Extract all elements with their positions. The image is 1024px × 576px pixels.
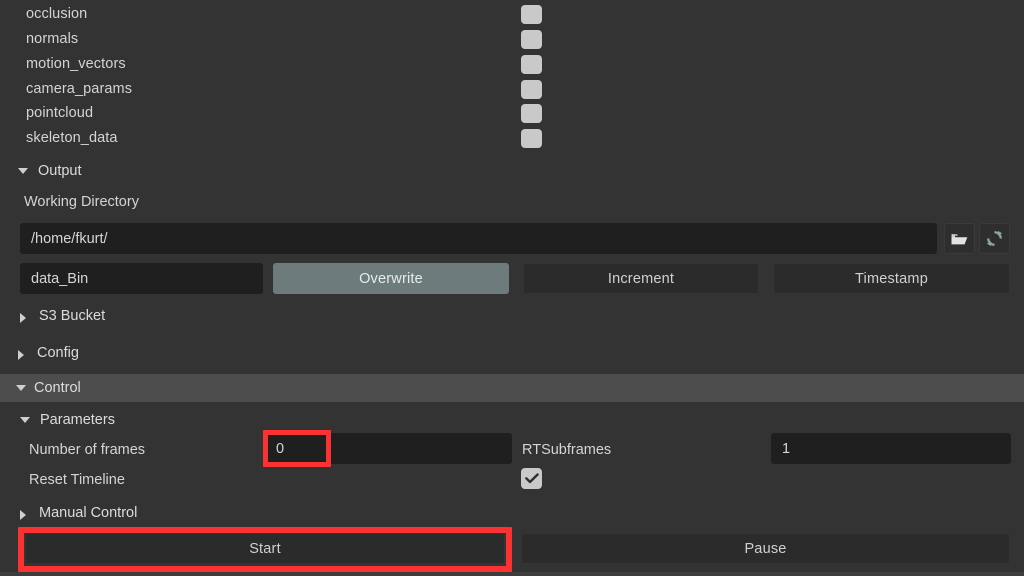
working-directory-label: Working Directory [24, 194, 139, 210]
refresh-icon [986, 230, 1003, 247]
checkbox-camera-params[interactable] [521, 79, 542, 99]
section-title-control: Control [34, 380, 81, 396]
output-item-camera-params[interactable]: camera_params [0, 77, 1024, 102]
section-header-config[interactable]: Config [0, 338, 1024, 368]
output-item-label: occlusion [26, 6, 88, 23]
checkbox-occlusion[interactable] [521, 4, 542, 24]
output-item-label: skeleton_data [26, 130, 118, 147]
checkbox-pointcloud[interactable] [521, 103, 542, 123]
section-title-config: Config [37, 345, 79, 361]
working-directory-input[interactable]: /home/fkurt/ [20, 223, 937, 254]
section-header-s3-bucket[interactable]: S3 Bucket [0, 301, 1024, 331]
output-item-motion-vectors[interactable]: motion_vectors [0, 52, 1024, 77]
output-item-pointcloud[interactable]: pointcloud [0, 101, 1024, 126]
chevron-down-icon [18, 168, 28, 174]
overwrite-mode-button[interactable]: Overwrite [273, 263, 509, 294]
checkmark-icon [524, 473, 539, 484]
section-header-manual-control[interactable]: Manual Control [0, 498, 1024, 528]
checkbox-reset-timeline[interactable] [521, 468, 542, 489]
output-item-label: camera_params [26, 81, 133, 98]
start-button[interactable]: Start [25, 533, 505, 564]
output-item-label: pointcloud [26, 105, 94, 122]
section-title-output: Output [38, 163, 82, 179]
section-header-output[interactable]: Output [0, 156, 1024, 186]
output-item-normals[interactable]: normals [0, 27, 1024, 52]
section-header-control[interactable]: Control [0, 374, 1024, 402]
number-of-frames-input[interactable]: 0 [265, 433, 512, 464]
increment-mode-button[interactable]: Increment [523, 263, 759, 294]
pause-button[interactable]: Pause [521, 533, 1010, 564]
filename-input[interactable]: data_Bin [20, 263, 263, 294]
extension-panel: occlusion normals motion_vectors camera_… [0, 0, 1024, 576]
output-item-label: normals [26, 31, 79, 48]
panel-bottom-divider [0, 572, 1024, 576]
rt-subframes-label: RTSubframes [522, 442, 612, 458]
section-title-parameters: Parameters [40, 412, 115, 428]
browse-folder-button[interactable] [944, 223, 975, 254]
checkbox-skeleton-data[interactable] [521, 128, 542, 148]
chevron-down-icon [20, 417, 30, 423]
rt-subframes-input[interactable]: 1 [771, 433, 1011, 464]
folder-icon [951, 233, 968, 244]
number-of-frames-label: Number of frames [29, 442, 146, 458]
chevron-right-icon [20, 510, 26, 520]
output-item-skeleton-data[interactable]: skeleton_data [0, 126, 1024, 151]
reset-timeline-label: Reset Timeline [29, 472, 125, 488]
chevron-right-icon [20, 313, 26, 323]
chevron-right-icon [18, 350, 24, 360]
section-title-s3-bucket: S3 Bucket [39, 308, 106, 324]
output-item-label: motion_vectors [26, 56, 126, 73]
checkbox-normals[interactable] [521, 29, 542, 49]
section-header-parameters[interactable]: Parameters [0, 405, 1024, 435]
refresh-button[interactable] [979, 223, 1010, 254]
output-item-occlusion[interactable]: occlusion [0, 2, 1024, 27]
timestamp-mode-button[interactable]: Timestamp [773, 263, 1010, 294]
section-title-manual-control: Manual Control [39, 505, 138, 521]
checkbox-motion-vectors[interactable] [521, 54, 542, 74]
chevron-down-icon [16, 385, 26, 391]
